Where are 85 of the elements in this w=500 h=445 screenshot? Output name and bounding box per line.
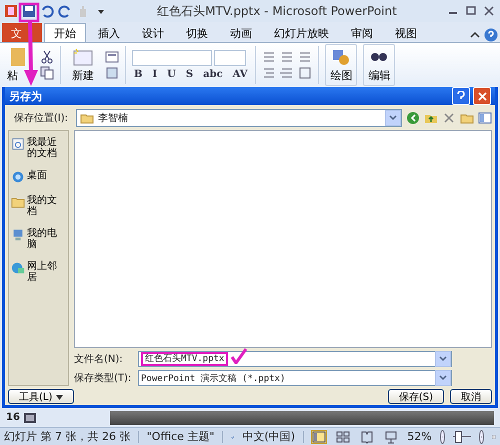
network-icon	[11, 261, 25, 275]
place-item[interactable]: 我的文档	[11, 195, 66, 217]
place-item[interactable]: 我最近的文档	[11, 137, 66, 159]
back-icon[interactable]	[406, 111, 420, 125]
drawing-button[interactable]: 绘图	[325, 44, 358, 86]
save-button[interactable]: 保存(S)	[388, 389, 444, 404]
ribbon-tab[interactable]: 幻灯片放映	[264, 23, 339, 42]
file-name-label: 文件名(N):	[74, 352, 124, 366]
layout-icon[interactable]	[105, 50, 119, 64]
undo-icon[interactable]	[40, 4, 54, 18]
redo-icon[interactable]	[58, 4, 72, 18]
zoom-in-icon[interactable]	[479, 430, 484, 444]
tools-button[interactable]: 工具(L)	[8, 389, 74, 404]
show-view-icon	[384, 430, 398, 444]
format-button[interactable]: abc	[201, 69, 225, 80]
file-name-field[interactable]: 红色石头MTV.pptx	[138, 351, 452, 367]
format-button[interactable]: B	[132, 69, 144, 80]
view-menu-icon[interactable]	[478, 111, 492, 125]
desktop-icon	[11, 170, 25, 184]
close-icon[interactable]	[482, 4, 496, 18]
font-size-field[interactable]	[214, 50, 246, 66]
sorter-view-icon	[336, 430, 350, 444]
format-button[interactable]: AV	[230, 69, 250, 80]
new-slide-button[interactable]: 新建	[67, 44, 99, 86]
ribbon-tab[interactable]: 插入	[88, 23, 130, 42]
ribbon-tab[interactable]: 切换	[176, 23, 218, 42]
place-item[interactable]: 桌面	[11, 170, 66, 184]
font-name-field[interactable]	[132, 50, 212, 66]
close-icon	[478, 92, 486, 100]
copy-icon[interactable]	[40, 66, 54, 80]
place-item[interactable]: 我的电脑	[11, 228, 66, 250]
slide-info: 幻灯片 第 7 张，共 26 张	[4, 429, 130, 444]
save-in-label: 保存位置(I):	[12, 112, 69, 125]
ribbon-tab[interactable]: 设计	[132, 23, 174, 42]
slide-icon	[72, 47, 94, 67]
theme-name: "Office 主题"	[146, 429, 214, 444]
recent-icon	[11, 137, 25, 151]
format-button[interactable]: S	[184, 69, 196, 80]
ribbon-tab[interactable]: 审阅	[341, 23, 383, 42]
ribbon-tab[interactable]: 视图	[385, 23, 427, 42]
save-icon[interactable]	[22, 4, 36, 18]
view-button[interactable]	[311, 430, 328, 444]
reset-icon[interactable]	[105, 66, 119, 80]
binoculars-icon	[370, 52, 388, 62]
zoom-out-icon[interactable]	[440, 430, 445, 444]
window-title: 红色石头MTV.pptx - Microsoft PowerPoint	[156, 2, 398, 20]
list-icons-drawing[interactable]	[262, 50, 312, 64]
dialog-title: 另存为	[9, 88, 43, 104]
scissors-icon[interactable]	[40, 50, 54, 64]
view-button[interactable]	[359, 430, 376, 444]
computer-icon	[11, 228, 25, 242]
question-icon	[457, 91, 465, 101]
zoom-thumb[interactable]	[455, 430, 462, 442]
language[interactable]: 中文(中国)	[242, 429, 296, 444]
help-icon[interactable]	[484, 28, 498, 42]
close-button[interactable]	[473, 87, 491, 105]
maximize-icon[interactable]	[464, 4, 478, 18]
place-item[interactable]: 网上邻居	[11, 261, 66, 283]
slide-number: 16	[6, 412, 20, 423]
view-button[interactable]	[335, 430, 352, 444]
file-type-dropdown[interactable]: PowerPoint 演示文稿 (*.pptx)	[138, 370, 452, 386]
reading-view-icon	[360, 430, 374, 444]
help-button[interactable]	[452, 87, 470, 105]
delete-icon[interactable]	[442, 111, 456, 125]
ribbon-tab[interactable]: 动画	[220, 23, 262, 42]
file-type-label: 保存类型(T):	[74, 372, 132, 385]
format-button[interactable]: I	[150, 69, 160, 80]
caret-icon	[56, 395, 64, 400]
format-button[interactable]: U	[165, 69, 178, 80]
documents-icon	[11, 195, 25, 209]
paste-button[interactable]: 粘	[6, 44, 34, 86]
powerpoint-logo-icon	[4, 4, 18, 18]
ribbon-tab[interactable]: 开始	[44, 23, 86, 42]
cancel-button[interactable]: 取消	[450, 389, 492, 404]
slide-thumbnail-icon[interactable]	[24, 412, 36, 422]
indent-icons-drawing[interactable]	[262, 66, 312, 80]
annotation-arrow	[24, 22, 38, 86]
view-button[interactable]	[383, 430, 400, 444]
editing-button[interactable]: 编辑	[363, 44, 396, 86]
zoom-percent[interactable]: 52%	[407, 430, 432, 443]
check-mark	[230, 348, 248, 364]
highlight-box	[18, 2, 40, 22]
normal-view-icon	[312, 430, 326, 444]
file-tab[interactable]: 文	[2, 23, 42, 42]
save-in-dropdown[interactable]: 李智楠	[76, 109, 402, 127]
